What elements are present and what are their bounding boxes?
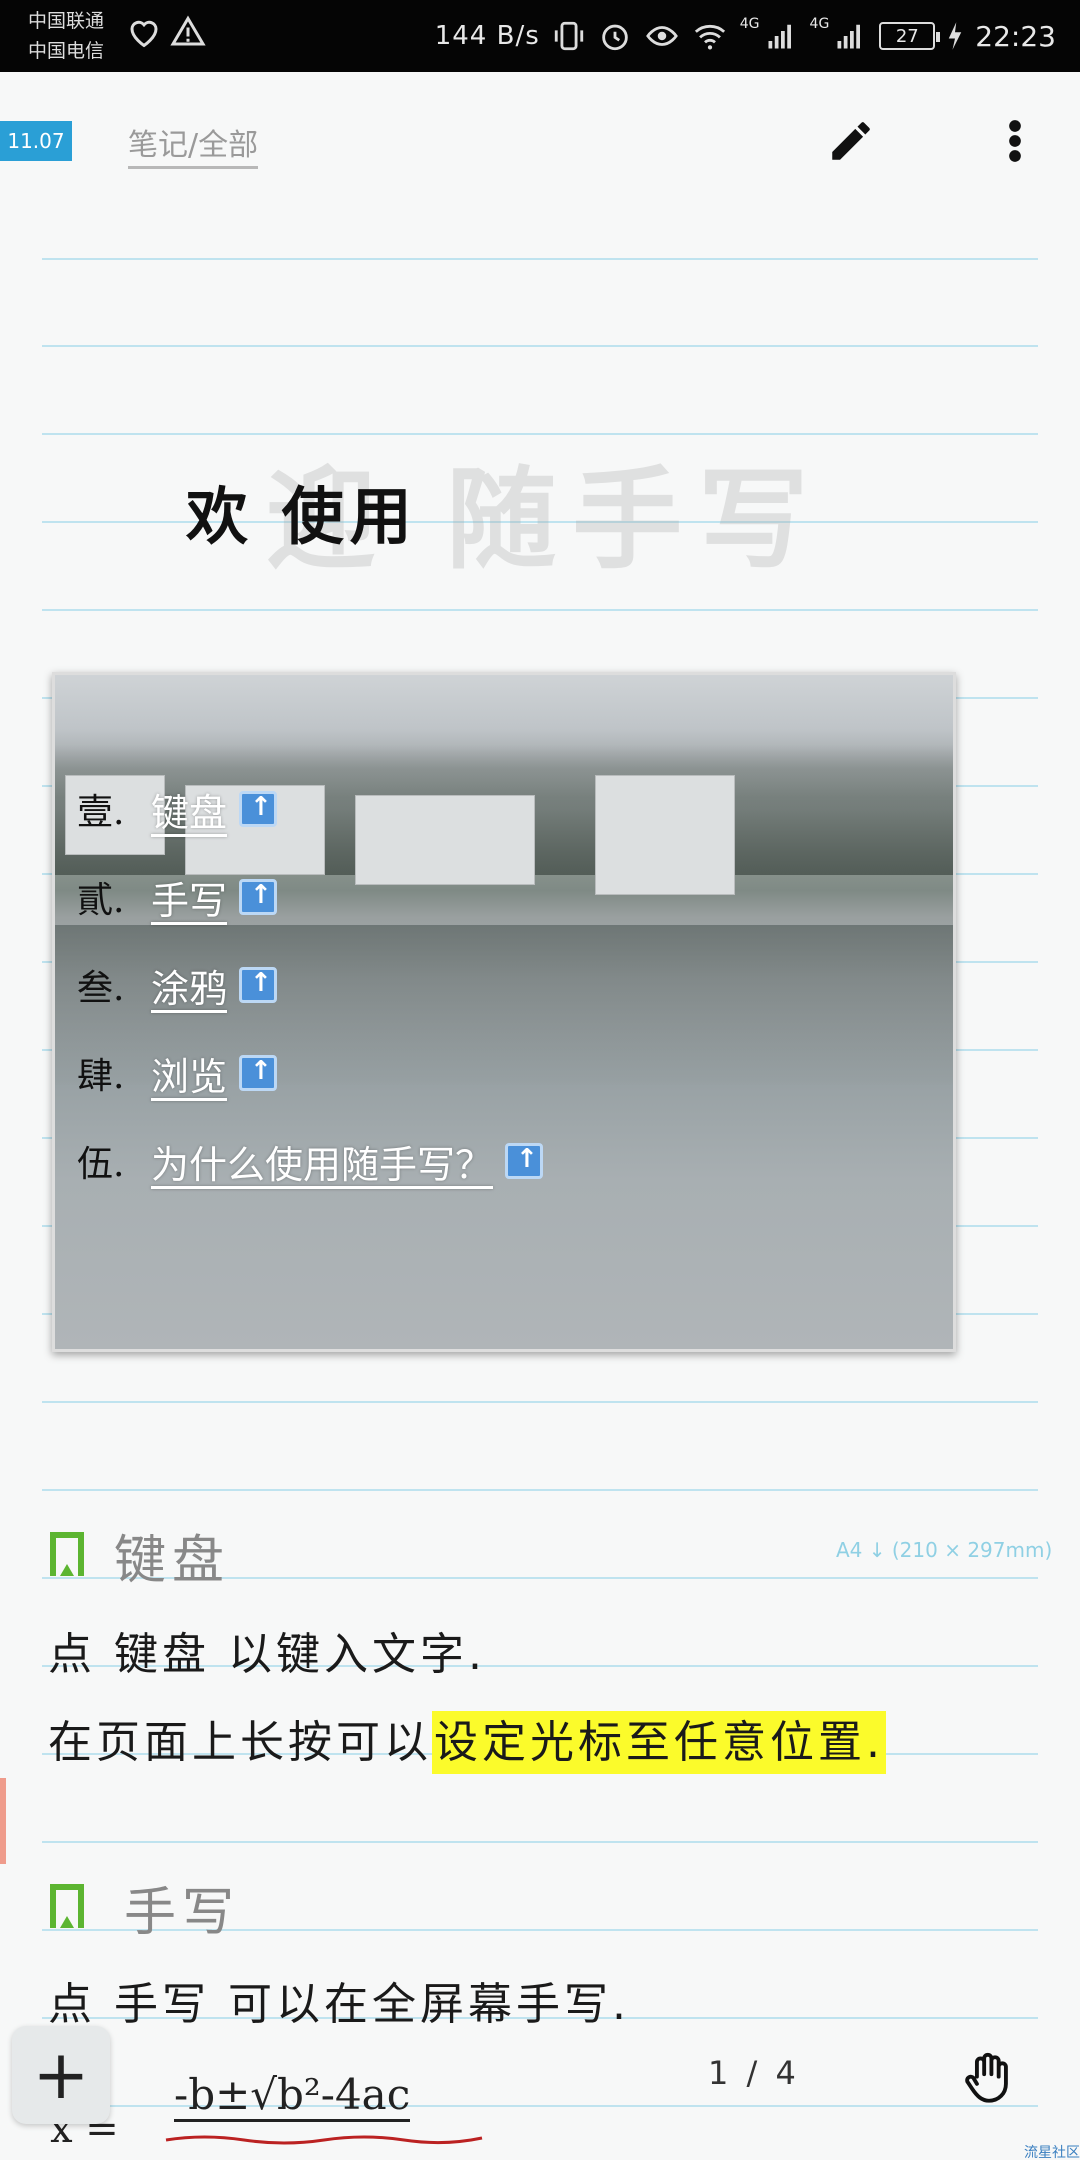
battery-level: 27: [895, 25, 919, 47]
carrier-1: 中国联通: [28, 10, 105, 32]
jump-link-icon[interactable]: [505, 1143, 544, 1179]
signal-2-icon: [837, 24, 861, 49]
menu-item-label[interactable]: 浏览: [151, 1046, 227, 1101]
section-title-handwrite: 手写: [124, 1883, 241, 1943]
formula-underline-icon: [165, 2135, 483, 2145]
charging-icon: [949, 22, 962, 50]
menu-item-number: 肆.: [77, 1056, 125, 1097]
house-shape: [595, 775, 735, 895]
margin-marker: [0, 1778, 6, 1864]
menu-item-keyboard[interactable]: 壹. 键盘: [77, 765, 543, 853]
clock: 22:23: [975, 19, 1056, 53]
highlighted-text: 设定光标至任意位置.: [432, 1711, 886, 1774]
section-title-keyboard: 键盘: [114, 1531, 231, 1591]
note-text-line: 在页面上长按可以设定光标至任意位置.: [48, 1706, 886, 1774]
menu-item-label[interactable]: 涂鸦: [151, 958, 227, 1013]
net-type-1: 4G: [739, 16, 760, 32]
rule-line: [42, 258, 1038, 260]
heart-icon: [130, 20, 158, 48]
rule-line: [42, 1841, 1038, 1843]
handwritten-formula: x = -b±√b²-4ac: [50, 2070, 490, 2160]
network-speed: 144 B/s: [434, 21, 540, 51]
page-indicator: 1 / 4: [708, 2054, 800, 2092]
menu-item-label[interactable]: 手写: [151, 870, 227, 925]
menu-item-browse[interactable]: 肆. 浏览: [77, 1029, 543, 1117]
eye-icon: [645, 26, 678, 46]
menu-item-number: 伍.: [77, 1144, 125, 1185]
cover-image[interactable]: 壹. 键盘 貳. 手写 叁. 涂鸦 肆. 浏览 伍. 为什么使用随手写？: [52, 672, 956, 1352]
pen-icon[interactable]: [826, 116, 876, 166]
watermark: 流星社区: [1024, 2145, 1080, 2160]
note-text-line: 点 手写 可以在全屏幕手写.: [48, 1979, 630, 2030]
status-right: 144 B/s 4G 4G 27 22:23: [435, 0, 1056, 72]
status-bar: 中国联通 中国电信 144 B/s 4G 4G 27 22:23: [0, 0, 1080, 72]
battery-indicator: 27: [879, 22, 941, 50]
menu-item-doodle[interactable]: 叁. 涂鸦: [77, 941, 543, 1029]
hand-icon[interactable]: [960, 2050, 1018, 2108]
bookmark-icon[interactable]: [50, 1884, 84, 1928]
jump-link-icon[interactable]: [239, 879, 278, 915]
carrier-2: 中国电信: [28, 40, 105, 62]
more-vert-icon[interactable]: [1000, 116, 1030, 166]
alarm-icon: [602, 24, 628, 51]
menu-item-number: 叁.: [77, 968, 125, 1009]
vibrate-icon: [554, 21, 583, 51]
contents-menu: 壹. 键盘 貳. 手写 叁. 涂鸦 肆. 浏览 伍. 为什么使用随手写？: [77, 765, 544, 1205]
bookmark-icon[interactable]: [50, 1532, 84, 1576]
rule-line: [42, 609, 1038, 611]
jump-link-icon[interactable]: [239, 1055, 278, 1091]
add-button[interactable]: +: [12, 2026, 110, 2124]
carrier-labels: 中国联通 中国电信: [28, 6, 104, 66]
jump-link-icon[interactable]: [239, 791, 278, 827]
formula-text: -b±√b²-4ac: [174, 2070, 411, 2122]
page-title: 迎 随手写 欢 使用: [186, 448, 946, 584]
menu-item-why[interactable]: 伍. 为什么使用随手写？: [77, 1117, 544, 1205]
rule-line: [42, 1489, 1038, 1491]
menu-item-label[interactable]: 为什么使用随手写？: [151, 1134, 493, 1189]
menu-item-number: 壹.: [77, 792, 125, 833]
note-text-plain: 在页面上长按可以: [48, 1717, 432, 1768]
menu-item-handwrite[interactable]: 貳. 手写: [77, 853, 543, 941]
rule-line: [42, 1401, 1038, 1403]
paper-size-label[interactable]: A4 ↓ (210 × 297mm): [836, 1538, 1052, 1562]
title-main-text: 欢 使用: [186, 480, 418, 553]
wifi-icon: [694, 24, 725, 50]
date-chip[interactable]: 11.07: [0, 121, 72, 161]
jump-link-icon[interactable]: [239, 967, 278, 1003]
breadcrumb[interactable]: 笔记/全部: [128, 120, 259, 169]
menu-item-label[interactable]: 键盘: [151, 782, 227, 837]
signal-1-icon: [768, 24, 791, 49]
rule-line: [42, 345, 1038, 347]
warning-icon: [170, 15, 206, 46]
net-type-2: 4G: [809, 16, 830, 32]
menu-item-number: 貳.: [77, 880, 125, 921]
note-text-line: 点 键盘 以键入文字.: [48, 1629, 486, 1680]
